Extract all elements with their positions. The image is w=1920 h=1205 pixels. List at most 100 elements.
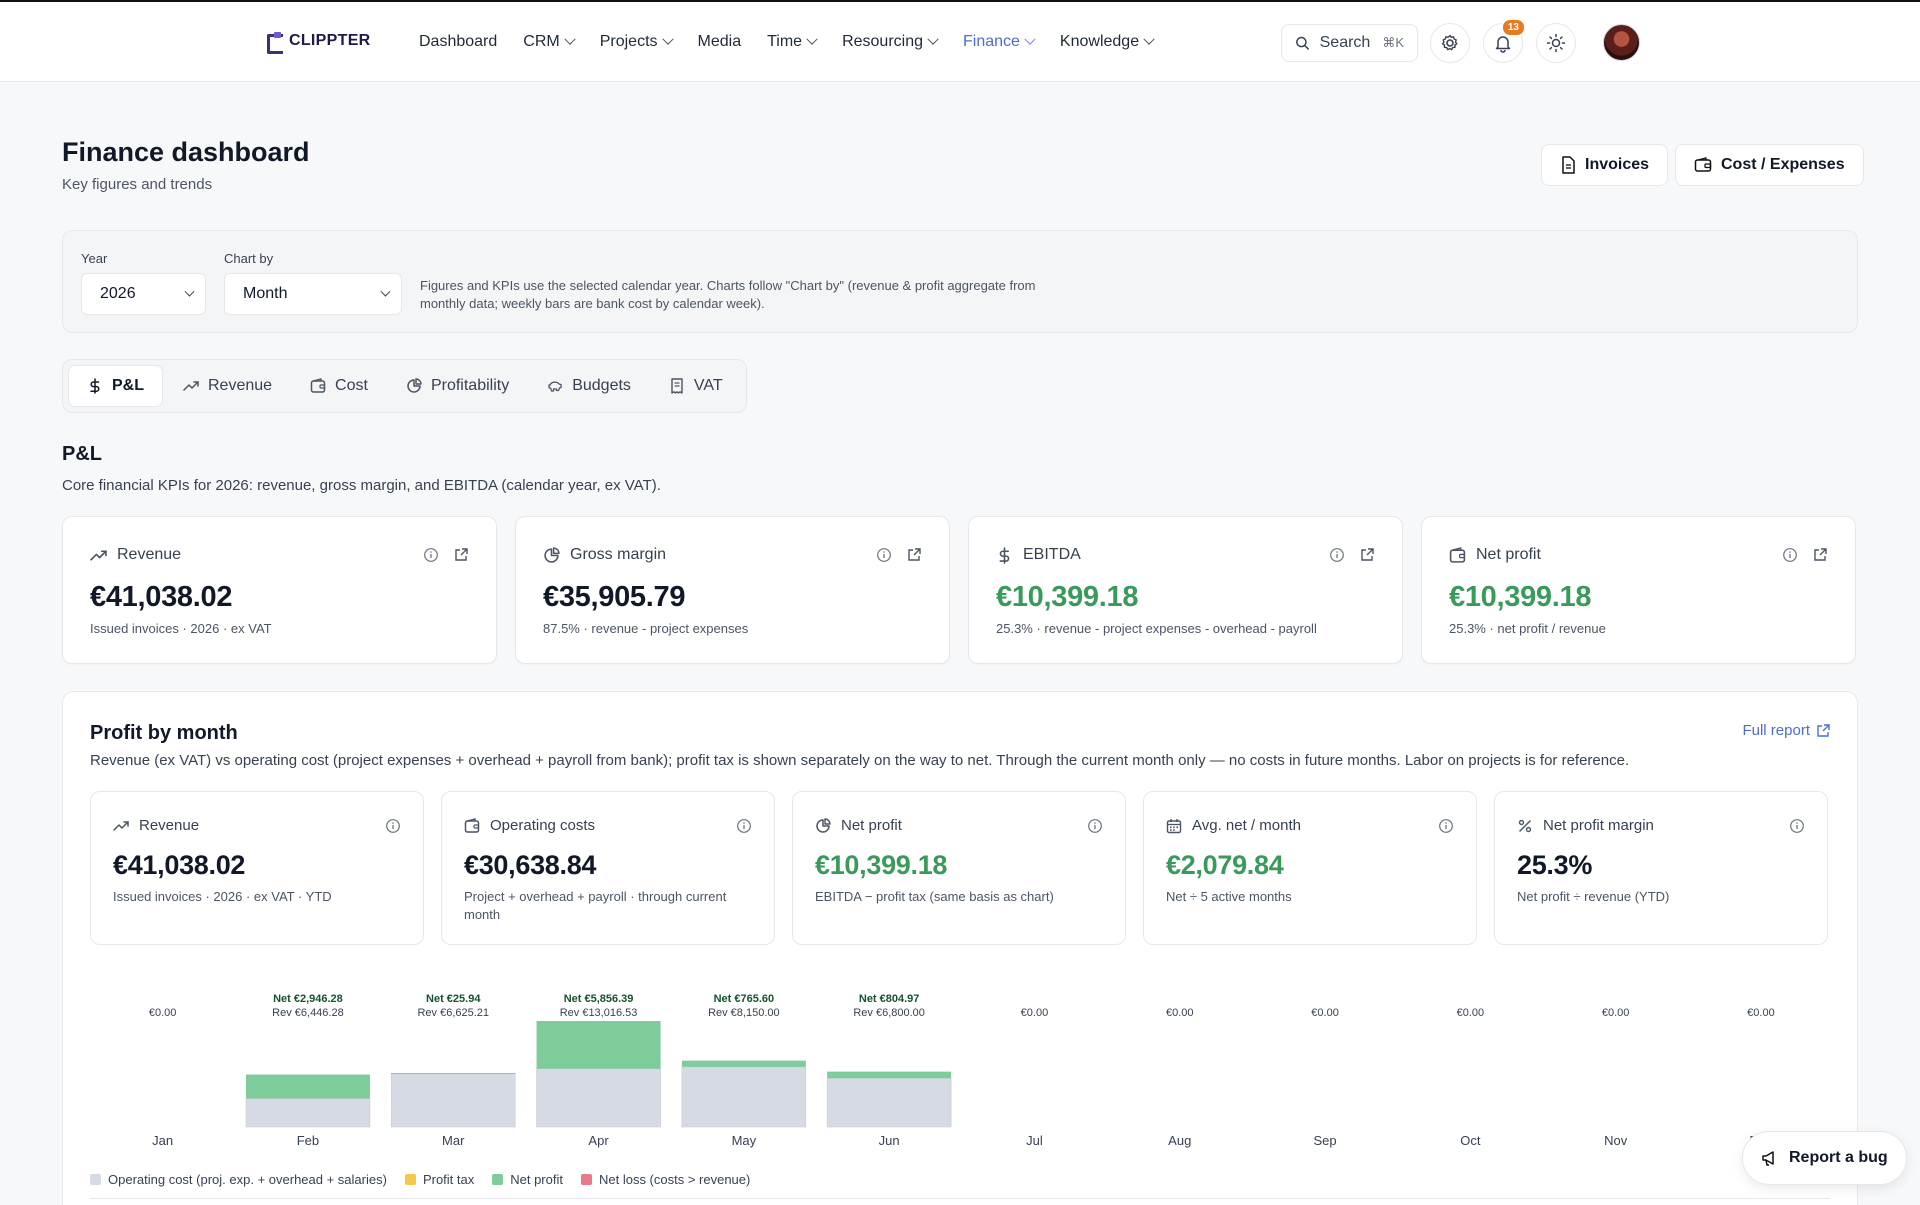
wallet-icon (1694, 157, 1712, 172)
piggy-icon (548, 381, 562, 392)
info-button[interactable] (1438, 818, 1454, 834)
x-tick-label: Aug (1168, 1133, 1191, 1148)
chevron-down-icon (661, 33, 674, 45)
year-select[interactable]: 2026 (81, 273, 206, 315)
chartby-select[interactable]: Month (224, 273, 402, 315)
summary-card-value: €41,038.02 (113, 850, 246, 880)
data-label-revenue: Rev €13,016.53 (560, 1007, 638, 1019)
open-details-button[interactable] (906, 547, 922, 563)
kpi-value: €10,399.18 (1449, 581, 1592, 613)
kpi-value: €10,399.18 (996, 581, 1139, 613)
invoices-label: Invoices (1585, 156, 1650, 173)
full-report-link[interactable]: Full report (1742, 722, 1830, 739)
nav-item-knowledge[interactable]: Knowledge (1047, 22, 1166, 62)
invoices-button[interactable]: Invoices (1541, 144, 1669, 186)
summary-card-value: €10,399.18 (815, 850, 948, 880)
info-icon (1330, 548, 1344, 562)
tab-pl[interactable]: P&L (68, 365, 163, 407)
info-button[interactable] (876, 547, 892, 563)
bar-net-profit-may (681, 1060, 806, 1067)
notification-count-badge: 13 (1500, 18, 1526, 37)
kpi-note: 87.5% · revenue - project expenses (543, 621, 749, 636)
open-details-button[interactable] (1359, 547, 1375, 563)
open-details-button[interactable] (453, 547, 469, 563)
sun-icon (1546, 33, 1566, 53)
info-button[interactable] (1329, 547, 1345, 563)
section-subtitle: Core financial KPIs for 2026: revenue, g… (62, 477, 661, 494)
page-title: Finance dashboard (62, 137, 310, 167)
info-button[interactable] (385, 818, 401, 834)
search-button[interactable]: Search ⌘K (1281, 24, 1418, 62)
info-icon (1088, 819, 1102, 833)
kpi-note: Issued invoices · 2026 · ex VAT (90, 621, 272, 636)
tab-label: Budgets (572, 377, 631, 394)
tab-profitability[interactable]: Profitability (388, 365, 527, 407)
legend-label: Net profit (510, 1172, 563, 1187)
kpi-card-revenue: Revenue €41,038.02 Issued invoices · 2026 … (62, 516, 497, 664)
dollar-icon (999, 546, 1010, 564)
x-tick-label: Jan (152, 1133, 173, 1148)
info-icon (1790, 819, 1804, 833)
external-link-icon (1817, 723, 1830, 737)
user-avatar[interactable] (1603, 24, 1640, 61)
legend-swatch (90, 1174, 101, 1185)
info-button[interactable] (1782, 547, 1798, 563)
kpi-actions (1329, 547, 1375, 563)
theme-toggle-button[interactable] (1536, 23, 1576, 63)
nav-item-media[interactable]: Media (685, 22, 755, 62)
info-button[interactable] (736, 818, 752, 834)
cost-expenses-button[interactable]: Cost / Expenses (1675, 144, 1864, 186)
nav-item-projects[interactable]: Projects (587, 22, 685, 62)
data-label-revenue: Rev €8,150.00 (708, 1007, 780, 1019)
info-icon (1783, 548, 1797, 562)
document-icon (1562, 156, 1575, 174)
cost-expenses-label: Cost / Expenses (1721, 156, 1845, 173)
kpi-value: €35,905.79 (543, 581, 686, 613)
summary-card-note: Net ÷ 5 active months (1166, 889, 1292, 904)
legend-swatch (492, 1174, 504, 1185)
summary-card-header: Avg. net / month (1166, 817, 1301, 834)
tab-cost[interactable]: Cost (292, 365, 386, 407)
page-subtitle: Key figures and trends (62, 176, 213, 193)
kpi-card-ebitda: EBITDA €10,399.18 25.3% · revenue - projec… (968, 516, 1403, 664)
open-details-button[interactable] (1812, 547, 1828, 563)
notifications-button[interactable]: 13 (1483, 18, 1526, 63)
info-button[interactable] (1087, 818, 1103, 834)
megaphone-icon (1762, 1151, 1774, 1166)
nav-item-time[interactable]: Time (754, 22, 829, 62)
summary-card-operating-costs: Operating costs €30,638.84 Project + overh… (441, 791, 775, 945)
info-button[interactable] (1789, 818, 1805, 834)
legend-label: Operating cost (proj. exp. + overhead + … (108, 1172, 387, 1187)
x-tick-label: Sep (1313, 1133, 1336, 1148)
nav-item-dashboard[interactable]: Dashboard (406, 22, 510, 62)
tab-label: VAT (693, 377, 723, 394)
bar-net-profit-feb (245, 1074, 370, 1099)
tab-vat[interactable]: VAT (651, 365, 741, 407)
tab-budgets[interactable]: Budgets (529, 365, 649, 407)
nav-item-finance[interactable]: Finance (950, 22, 1047, 62)
bar-net-profit-jun (827, 1071, 952, 1079)
nav-item-resourcing[interactable]: Resourcing (829, 22, 950, 62)
nav-item-label: Projects (599, 33, 658, 50)
bar-net-profit-mar (391, 1073, 516, 1075)
report-bug-button[interactable]: Report a bug (1742, 1131, 1907, 1185)
x-tick-label: Jul (1026, 1133, 1043, 1148)
settings-button[interactable] (1430, 23, 1470, 63)
kpi-label: Revenue (117, 546, 182, 563)
bar-net-profit-apr (536, 1021, 661, 1069)
info-button[interactable] (423, 547, 439, 563)
panel-subtitle: Revenue (ex VAT) vs operating cost (proj… (90, 752, 1630, 769)
kpi-header: EBITDA (996, 546, 1081, 564)
summary-card-net-profit-margin: Net profit margin 25.3% Net profit ÷ reven… (1494, 791, 1828, 945)
bar-operating-cost-may (681, 1066, 807, 1128)
bar-operating-cost-jun (826, 1077, 952, 1128)
pie-icon (816, 817, 831, 833)
kpi-note: 25.3% · net profit / revenue (1449, 621, 1606, 636)
nav-item-label: Dashboard (419, 33, 498, 50)
app-logo[interactable]: CLIPPTER (265, 32, 371, 54)
info-icon (877, 548, 891, 562)
nav-item-crm[interactable]: CRM (510, 22, 586, 62)
summary-card-value: €30,638.84 (464, 850, 597, 880)
tab-revenue[interactable]: Revenue (165, 365, 290, 407)
data-label-revenue: €0.00 (149, 1007, 177, 1019)
